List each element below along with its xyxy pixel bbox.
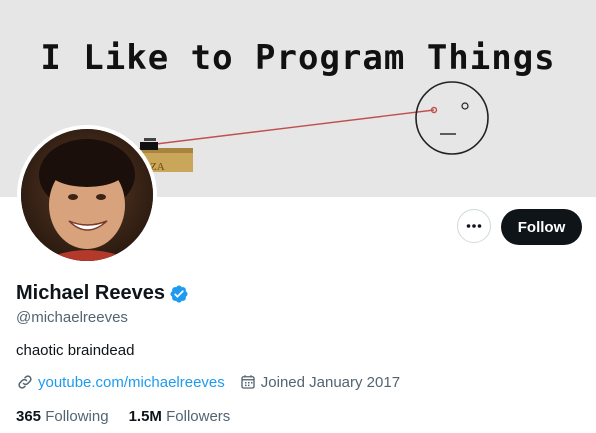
calendar-icon	[241, 375, 255, 389]
bio: chaotic braindead	[16, 342, 135, 359]
joined-text: Joined January 2017	[260, 373, 401, 391]
following-stat[interactable]: 365 Following	[16, 408, 109, 425]
handle: @michaelreeves	[16, 309, 128, 326]
avatar[interactable]	[17, 125, 157, 265]
display-name: Michael Reeves	[16, 282, 165, 304]
followers-count: 1.5M	[128, 408, 162, 425]
following-count: 365	[16, 408, 42, 425]
joined-date: Joined January 2017	[239, 373, 400, 391]
follow-button[interactable]: Follow	[501, 209, 582, 245]
follow-stats: 365 Following 1.5M Followers	[16, 408, 250, 425]
link-icon	[18, 375, 32, 389]
profile-meta: youtube.com/michaelreeves Joined January…	[16, 373, 400, 391]
following-label: Following	[45, 408, 109, 425]
website-link[interactable]: youtube.com/michaelreeves	[38, 374, 225, 391]
more-icon	[466, 224, 482, 228]
followers-label: Followers	[166, 408, 231, 425]
verified-badge-icon[interactable]	[169, 284, 189, 304]
followers-stat[interactable]: 1.5M Followers	[129, 408, 231, 425]
avatar-photo	[21, 129, 153, 261]
name-row: Michael Reeves	[16, 282, 189, 305]
more-button[interactable]	[457, 209, 491, 243]
